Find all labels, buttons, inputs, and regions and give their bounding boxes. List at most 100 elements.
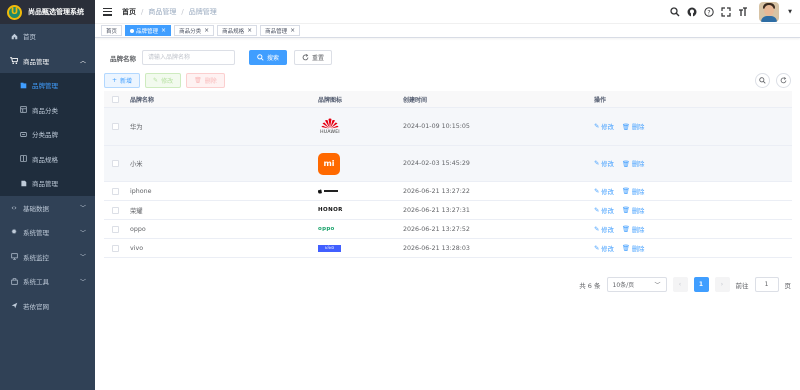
avatar[interactable]: [759, 1, 780, 22]
table-header: 品牌名称 品牌图标 创建时间 操作: [104, 91, 792, 108]
edit-link-label: 修改: [601, 188, 614, 196]
edit-link[interactable]: ✎ 修改: [594, 159, 614, 168]
tag-product-category[interactable]: 商品分类 ×: [174, 25, 215, 36]
breadcrumb-item[interactable]: 首页: [122, 7, 136, 17]
tag-product-spec[interactable]: 商品规格 ×: [217, 25, 258, 36]
row-checkbox[interactable]: [111, 160, 119, 167]
row-checkbox[interactable]: [111, 206, 119, 214]
delete-link[interactable]: 🗑 删除: [621, 159, 645, 169]
search-icon: [759, 77, 766, 84]
created-time-cell: 2026-06-21 13:27:31: [403, 206, 470, 214]
breadcrumb-item[interactable]: 商品管理: [148, 7, 176, 17]
dashboard-icon: [9, 33, 19, 40]
delete-link[interactable]: 🗑 删除: [621, 122, 645, 132]
refresh-button[interactable]: [776, 73, 791, 88]
brand-name-input[interactable]: [142, 50, 235, 65]
select-all-checkbox[interactable]: [111, 95, 119, 103]
sidebar-item-goods-management[interactable]: 商品管理: [0, 171, 95, 196]
goto-page-input[interactable]: 1: [754, 277, 779, 292]
delete-link[interactable]: 🗑 删除: [622, 206, 645, 215]
apple-logo: [318, 188, 342, 194]
close-icon[interactable]: ×: [247, 27, 252, 34]
next-page-button[interactable]: ›: [714, 277, 730, 292]
delete-button[interactable]: 🗑 删除: [186, 73, 225, 88]
table-row[interactable]: oppo oppo 2026-06-21 13:27:52 ✎ 修改 🗑 删除: [104, 220, 792, 239]
tag-label: 商品管理: [265, 28, 288, 35]
help-icon[interactable]: ?: [704, 6, 714, 17]
sidebar-item-home[interactable]: 首页: [0, 24, 95, 49]
toggle-search-button[interactable]: [755, 73, 770, 88]
sidebar-item-label: 商品规格: [32, 155, 58, 164]
row-checkbox[interactable]: [111, 244, 119, 252]
trash-icon: 🗑: [194, 77, 202, 84]
vivo-logo: vivo: [318, 244, 341, 252]
sidebar-item-official-site[interactable]: 若依官网: [0, 294, 95, 319]
sidebar-item-system-tools[interactable]: 系统工具 ﹀: [0, 269, 95, 294]
sidebar: U 尚品甄选管理系统 首页 商品管理 ︿ 品牌管理 商品分类 分类品牌 商品规格…: [0, 0, 95, 390]
app-logo-bar[interactable]: U 尚品甄选管理系统: [0, 0, 95, 24]
tool-icon: [9, 278, 19, 285]
app-title: 尚品甄选管理系统: [28, 8, 84, 16]
hamburger-icon[interactable]: [103, 7, 112, 16]
edit-button[interactable]: ✎ 修改: [145, 73, 182, 88]
trash-icon: 🗑: [621, 123, 630, 131]
close-icon[interactable]: ×: [290, 27, 295, 34]
edit-link[interactable]: ✎ 修改: [594, 122, 614, 131]
sidebar-item-label: 系统工具: [23, 278, 49, 287]
search-icon[interactable]: [670, 6, 680, 17]
sidebar-item-system-monitor[interactable]: 系统监控 ﹀: [0, 245, 95, 270]
breadcrumb: 首页 / 商品管理 / 品牌管理: [122, 7, 217, 17]
edit-link[interactable]: ✎ 修改: [594, 187, 614, 196]
tag-home[interactable]: 首页: [101, 25, 123, 36]
edit-link[interactable]: ✎ 修改: [594, 206, 614, 215]
search-button[interactable]: 搜索: [249, 50, 288, 65]
sidebar-item-label: 基础数据: [23, 204, 49, 213]
tag-brand-management[interactable]: 品牌管理 ×: [125, 25, 172, 36]
row-checkbox[interactable]: [111, 225, 119, 233]
row-checkbox[interactable]: [111, 187, 119, 195]
prev-page-button[interactable]: ‹: [672, 277, 688, 292]
sidebar-item-category-brand[interactable]: 分类品牌: [0, 122, 95, 147]
add-button[interactable]: + 新增: [104, 73, 141, 88]
sidebar-item-base-data[interactable]: ‹› 基础数据 ﹀: [0, 196, 95, 221]
fullscreen-icon[interactable]: [721, 6, 731, 17]
row-checkbox[interactable]: [111, 123, 119, 130]
edit-link[interactable]: ✎ 修改: [594, 225, 614, 234]
close-icon[interactable]: ×: [161, 27, 166, 34]
search-icon: [257, 54, 264, 61]
edit-link[interactable]: ✎ 修改: [594, 244, 614, 253]
tag-label: 品牌管理: [136, 28, 159, 35]
trash-icon: 🗑: [621, 160, 630, 168]
delete-link[interactable]: 🗑 删除: [622, 225, 645, 234]
sidebar-item-brand-management[interactable]: 品牌管理: [0, 73, 95, 98]
font-size-icon[interactable]: [738, 6, 748, 17]
right-toolbar: [755, 73, 791, 88]
app-logo-icon: U: [7, 4, 22, 20]
table-row[interactable]: iphone 2026-06-21 13:27:22 ✎ 修改 🗑 删除: [104, 182, 792, 201]
sidebar-item-system-management[interactable]: ✹ 系统管理 ﹀: [0, 220, 95, 245]
refresh-icon: [780, 77, 787, 84]
edit-icon: ✎: [594, 187, 600, 195]
link-icon: [18, 131, 28, 138]
sidebar-item-product-management[interactable]: 商品管理 ︿: [0, 49, 95, 74]
github-icon[interactable]: [687, 7, 697, 17]
table-row[interactable]: 华为 HUAWEI 2024-01-09 10:15:05 ✎ 修改 🗑 删除: [104, 108, 792, 146]
table-row[interactable]: 荣耀 HONOR 2026-06-21 13:27:31 ✎ 修改 🗑 删除: [104, 201, 792, 220]
sidebar-item-product-spec[interactable]: 商品规格: [0, 147, 95, 172]
close-icon[interactable]: ×: [204, 27, 209, 34]
page-size-select[interactable]: 10条/页 ﹀: [606, 277, 667, 292]
tag-goods-management[interactable]: 商品管理 ×: [260, 25, 301, 36]
reset-button[interactable]: 重置: [294, 50, 333, 65]
chevron-up-icon: ︿: [79, 58, 86, 66]
chevron-left-icon: ‹: [678, 281, 682, 288]
delete-link[interactable]: 🗑 删除: [622, 244, 645, 253]
page-number[interactable]: 1: [693, 277, 709, 292]
table-row[interactable]: 小米 mi 2024-02-03 15:45:29 ✎ 修改 🗑 删除: [104, 146, 792, 182]
caret-down-icon[interactable]: ▼: [788, 9, 792, 15]
category-icon: [18, 106, 28, 113]
delete-link-label: 删除: [631, 161, 645, 168]
table-row[interactable]: vivo vivo 2026-06-21 13:28:03 ✎ 修改 🗑 删除: [104, 239, 792, 258]
delete-link[interactable]: 🗑 删除: [622, 187, 645, 196]
breadcrumb-item: 品牌管理: [188, 7, 217, 16]
sidebar-item-product-category[interactable]: 商品分类: [0, 98, 95, 123]
